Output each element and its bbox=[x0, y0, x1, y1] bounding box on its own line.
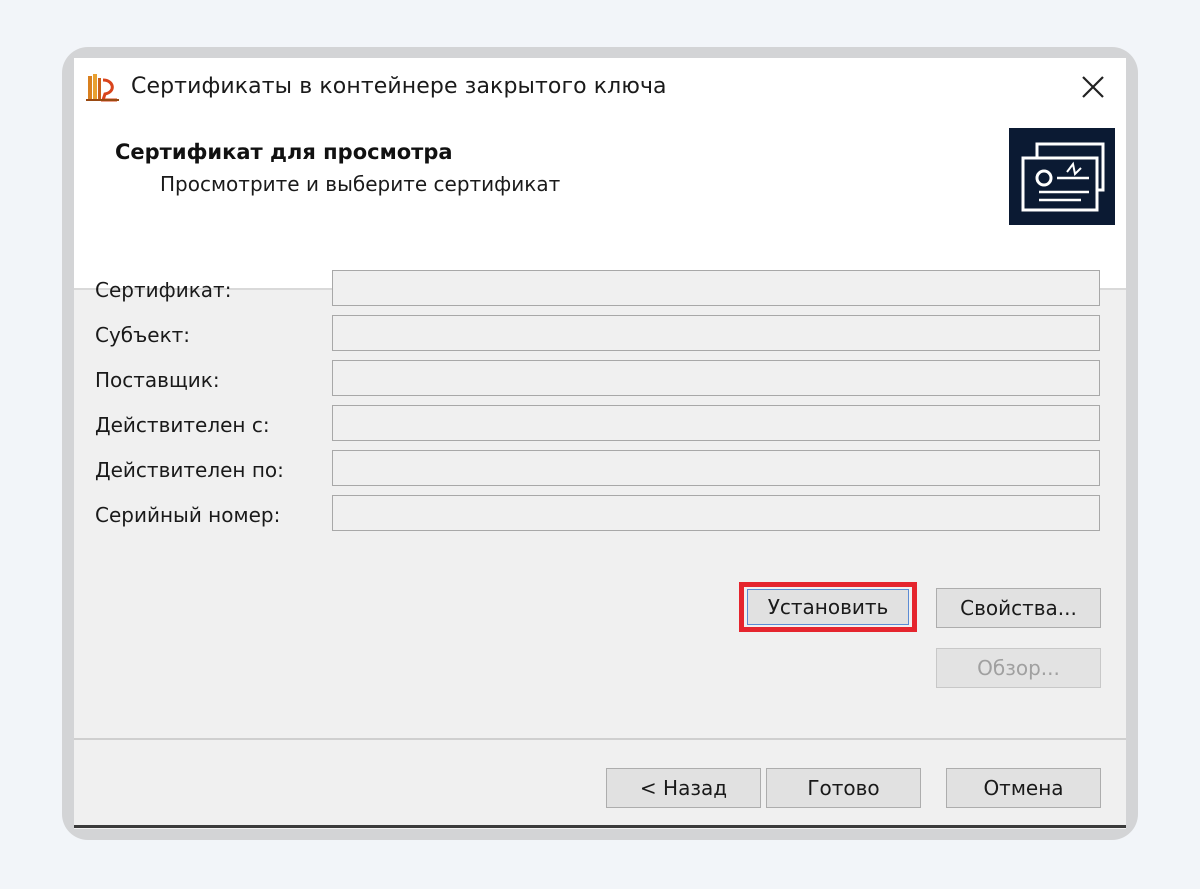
page-subtitle: Просмотрите и выберите сертификат bbox=[160, 172, 561, 196]
window-title: Сертификаты в контейнере закрытого ключа bbox=[131, 74, 667, 99]
properties-button[interactable]: Свойства... bbox=[936, 588, 1101, 628]
page-title: Сертификат для просмотра bbox=[115, 140, 453, 164]
field-row-certificate: Сертификат: bbox=[74, 270, 1126, 310]
cryptopro-app-icon bbox=[86, 74, 119, 102]
subject-field[interactable] bbox=[332, 315, 1100, 351]
subject-label: Субъект: bbox=[95, 323, 191, 347]
serial-number-label: Серийный номер: bbox=[95, 503, 281, 527]
field-row-valid-to: Действителен по: bbox=[74, 450, 1126, 490]
valid-to-label: Действителен по: bbox=[95, 458, 284, 482]
install-button[interactable]: Установить bbox=[747, 589, 909, 625]
window-bottom-edge bbox=[74, 825, 1126, 828]
close-icon[interactable] bbox=[1076, 70, 1110, 104]
field-row-valid-from: Действителен с: bbox=[74, 405, 1126, 445]
valid-to-field[interactable] bbox=[332, 450, 1100, 486]
browse-button: Обзор... bbox=[936, 648, 1101, 688]
issuer-field[interactable] bbox=[332, 360, 1100, 396]
field-row-serial-number: Серийный номер: bbox=[74, 495, 1126, 535]
valid-from-label: Действителен с: bbox=[95, 413, 270, 437]
field-row-issuer: Поставщик: bbox=[74, 360, 1126, 400]
certificate-field[interactable] bbox=[332, 270, 1100, 306]
serial-number-field[interactable] bbox=[332, 495, 1100, 531]
cancel-button[interactable]: Отмена bbox=[946, 768, 1101, 808]
title-bar: Сертификаты в контейнере закрытого ключа bbox=[74, 58, 1126, 116]
field-row-subject: Субъект: bbox=[74, 315, 1126, 355]
footer-separator bbox=[74, 738, 1126, 740]
certificate-label: Сертификат: bbox=[95, 278, 232, 302]
back-button[interactable]: < Назад bbox=[606, 768, 761, 808]
issuer-label: Поставщик: bbox=[95, 368, 220, 392]
finish-button[interactable]: Готово bbox=[766, 768, 921, 808]
wizard-header: Сертификат для просмотра Просмотрите и в… bbox=[74, 116, 1126, 290]
certificate-icon bbox=[1009, 128, 1115, 225]
valid-from-field[interactable] bbox=[332, 405, 1100, 441]
dialog-window: Сертификаты в контейнере закрытого ключа… bbox=[74, 58, 1126, 829]
